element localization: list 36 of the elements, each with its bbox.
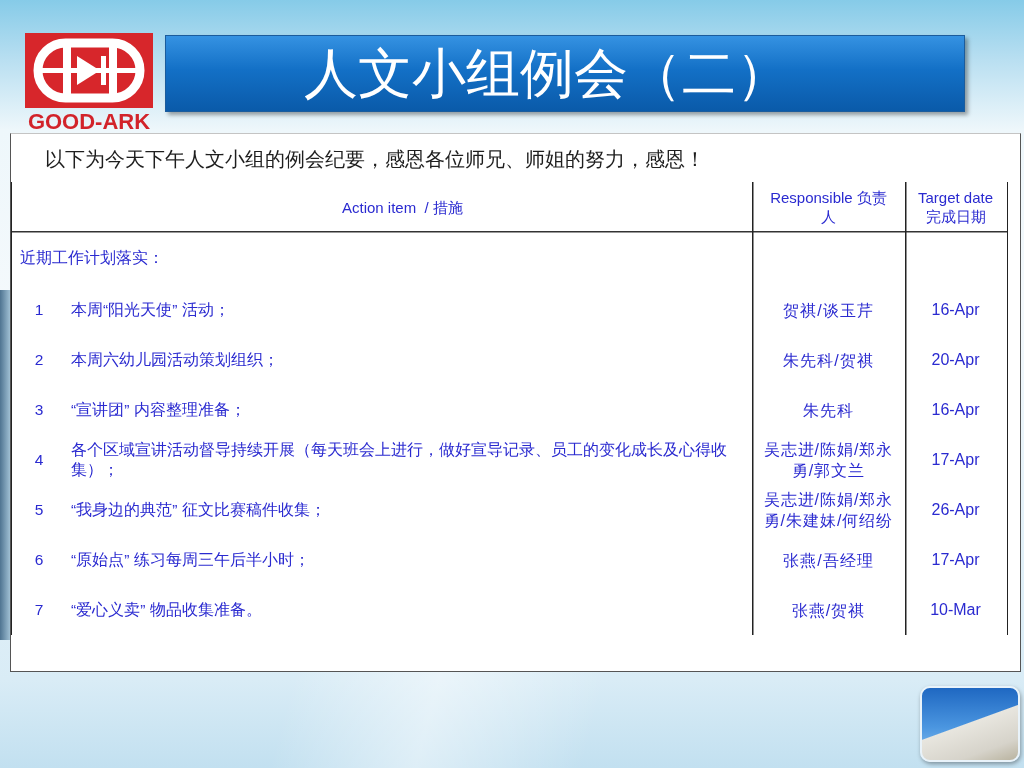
row-number: 3 (33, 401, 45, 419)
action-text: 本周六幼儿园活动策划组织； (71, 350, 279, 370)
column-header: Target date 完成日期 (916, 188, 995, 226)
target-date: 16-Apr (931, 401, 980, 419)
action-text: “宣讲团” 内容整理准备； (71, 400, 246, 420)
responsible-names: 朱先科 (803, 400, 854, 421)
section-heading: 近期工作计划落实： (20, 248, 164, 268)
target-date: 20-Apr (931, 351, 980, 369)
row-number: 2 (33, 351, 45, 369)
responsible-names: 张燕/贺祺 (791, 600, 866, 621)
action-text: 各个区域宣讲活动督导持续开展（每天班会上进行，做好宣导记录、员工的变化成长及心得收集）； (71, 440, 728, 480)
column-header: Responsible 负责人 (769, 188, 888, 226)
responsible-names: 吴志进/陈娟/郑永勇/郭文兰 (762, 440, 895, 481)
target-date: 17-Apr (931, 551, 980, 569)
target-date: 10-Mar (930, 601, 981, 619)
row-number: 4 (33, 451, 45, 469)
responsible-names: 吴志进/陈娟/郑永勇/朱建妹/何绍纷 (762, 490, 895, 531)
row-number: 7 (33, 601, 45, 619)
responsible-names: 张燕/吾经理 (783, 550, 874, 571)
logo-wordmark: GOOD-ARK (27, 112, 151, 132)
logo-icon (25, 33, 153, 108)
row-number: 6 (33, 551, 45, 569)
target-date: 26-Apr (931, 501, 980, 519)
action-text: “我身边的典范” 征文比赛稿件收集； (71, 500, 326, 520)
action-text: 本周“阳光天使” 活动； (71, 300, 230, 320)
responsible-names: 朱先科/贺祺 (783, 350, 874, 371)
target-date: 17-Apr (931, 451, 980, 469)
row-number: 1 (33, 301, 45, 319)
column-header: Action item / 措施 (342, 197, 463, 217)
intro-text: 以下为今天下午人文小组的例会纪要，感恩各位师兄、师姐的努力，感恩！ (45, 147, 705, 172)
action-text: “爱心义卖” 物品收集准备。 (71, 600, 262, 620)
row-number: 5 (33, 501, 45, 519)
slide-title: 人文小组例会（二） (304, 42, 790, 105)
action-text: “原始点” 练习每周三午后半小时； (71, 550, 310, 570)
target-date: 16-Apr (931, 301, 980, 319)
responsible-names: 贺祺/谈玉芹 (783, 300, 874, 321)
